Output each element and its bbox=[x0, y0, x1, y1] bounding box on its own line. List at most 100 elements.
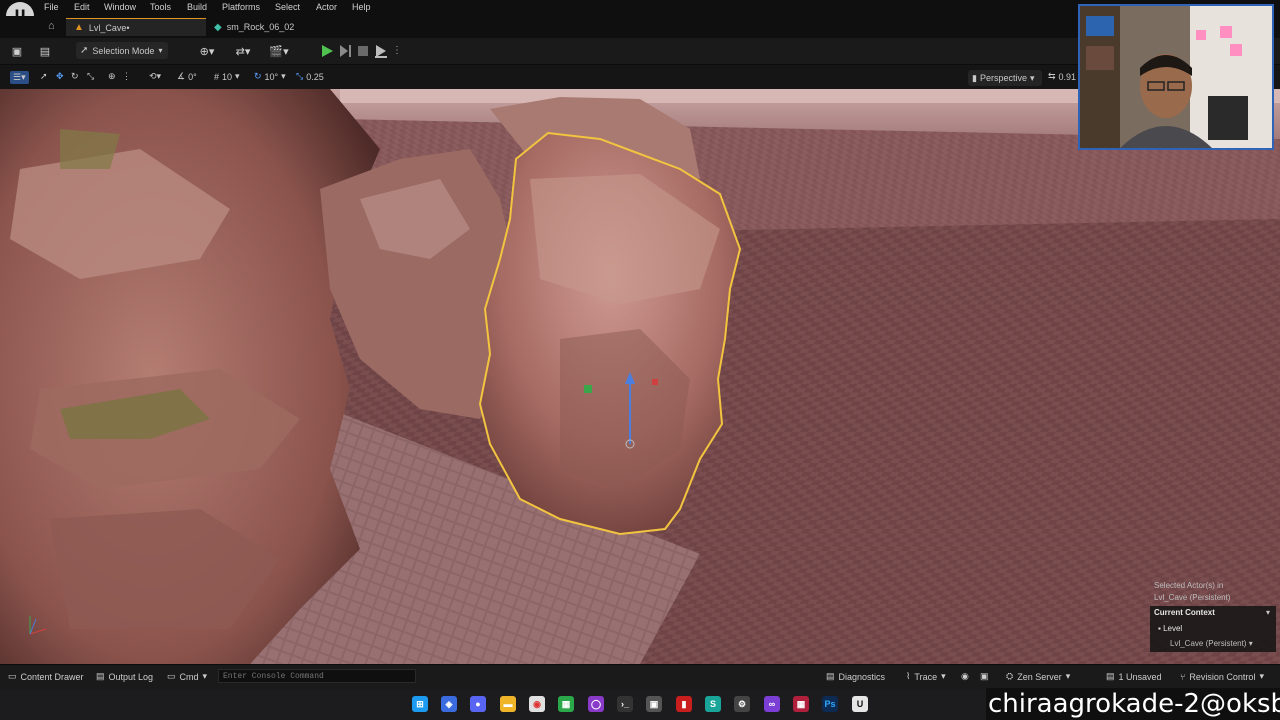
play-icon[interactable] bbox=[320, 44, 334, 58]
app-icon-2[interactable]: ◯ bbox=[588, 696, 604, 712]
rotation-snap-toggle[interactable]: ↻ 10° ▾ bbox=[254, 71, 286, 82]
tab-asset-label: sm_Rock_06_02 bbox=[226, 22, 295, 32]
content-browser-icon[interactable]: ▤ bbox=[38, 44, 52, 58]
windows-start-icon[interactable]: ⊞ bbox=[412, 696, 428, 712]
selection-info: Selected Actor(s) in Lvl_Cave (Persisten… bbox=[1154, 580, 1274, 604]
chevron-down-icon: ▾ bbox=[202, 671, 208, 681]
level-label: Level bbox=[1163, 624, 1183, 633]
scale-tool-icon[interactable]: ⤡ bbox=[87, 71, 94, 82]
more-options-icon[interactable]: ⋮ bbox=[392, 45, 402, 56]
world-space-icon[interactable]: ⊕ bbox=[108, 71, 116, 82]
cursor-icon: ➚ bbox=[80, 45, 89, 56]
screenshot-icon[interactable]: ▣ bbox=[980, 671, 989, 682]
rotation-icon: ↻ bbox=[254, 71, 262, 81]
tab-asset[interactable]: ◆ sm_Rock_06_02 bbox=[210, 18, 364, 36]
app-icon-7[interactable]: ▦ bbox=[793, 696, 809, 712]
unsaved-button[interactable]: ▤ 1 Unsaved bbox=[1106, 671, 1162, 682]
menu-build[interactable]: Build bbox=[187, 2, 207, 12]
tab-level-label: Lvl_Cave• bbox=[88, 22, 130, 33]
output-log-button[interactable]: ▤ Output Log bbox=[96, 671, 153, 682]
chevron-down-icon: ▾ bbox=[1029, 72, 1035, 83]
level-row[interactable]: ▪ Level bbox=[1158, 624, 1182, 633]
menu-actor[interactable]: Actor bbox=[316, 2, 337, 12]
selection-mode-label: Selection Mode bbox=[92, 45, 155, 56]
app-icon-1[interactable]: ◈ bbox=[441, 696, 457, 712]
menu-select[interactable]: Select bbox=[275, 2, 300, 12]
stop-icon[interactable] bbox=[356, 44, 370, 58]
diagnostics-label: Diagnostics bbox=[838, 671, 886, 682]
selection-line-2: Lvl_Cave (Persistent) bbox=[1154, 593, 1231, 602]
rotate-snap-toggle[interactable]: ∡ 0° bbox=[177, 71, 197, 82]
file-explorer-icon[interactable]: ▬ bbox=[500, 696, 516, 712]
viewport-options-icon[interactable]: ☰▾ bbox=[10, 71, 29, 84]
chrome-icon[interactable]: ◉ bbox=[529, 696, 545, 712]
content-drawer-label: Content Drawer bbox=[20, 671, 84, 682]
unreal-taskbar-icon[interactable]: U bbox=[852, 696, 868, 712]
current-context-label: Current Context bbox=[1154, 608, 1215, 617]
unsaved-label: 1 Unsaved bbox=[1118, 671, 1162, 682]
visual-studio-icon[interactable]: ∞ bbox=[764, 696, 780, 712]
sheets-icon[interactable]: ▦ bbox=[558, 696, 574, 712]
blueprint-icon[interactable]: ⇄▾ bbox=[232, 44, 254, 58]
menu-edit[interactable]: Edit bbox=[74, 2, 90, 12]
rotate-tool-icon[interactable]: ↻ bbox=[71, 71, 79, 82]
save-icon[interactable]: ▣ bbox=[10, 44, 24, 58]
menu-window[interactable]: Window bbox=[104, 2, 136, 12]
translate-tool-icon[interactable]: ✥ bbox=[56, 71, 64, 82]
selection-mode-dropdown[interactable]: ➚ Selection Mode ▾ bbox=[76, 42, 168, 59]
app-icon-3[interactable]: ▣ bbox=[646, 696, 662, 712]
chevron-down-icon: ▾ bbox=[941, 671, 946, 681]
surface-snap-icon[interactable]: ⟲▾ bbox=[149, 71, 161, 82]
speed-icon: ⇆ bbox=[1048, 71, 1056, 81]
cmd-dropdown[interactable]: ▭ Cmd ▾ bbox=[167, 671, 207, 682]
transform-gizmo-x[interactable] bbox=[652, 379, 658, 385]
webcam-video bbox=[1080, 6, 1272, 148]
level-value-text: Lvl_Cave (Persistent) bbox=[1170, 639, 1247, 648]
grid-icon: # bbox=[214, 71, 220, 82]
content-drawer-button[interactable]: ▭ Content Drawer bbox=[8, 671, 84, 682]
menu-file[interactable]: File bbox=[44, 2, 59, 12]
discord-icon[interactable]: ● bbox=[470, 696, 486, 712]
angle-icon: ∡ bbox=[177, 71, 186, 81]
selection-line-1: Selected Actor(s) in bbox=[1154, 581, 1224, 590]
trace-icon: ⌇ bbox=[906, 671, 911, 681]
camera-speed[interactable]: ⇆ 0.91 bbox=[1048, 71, 1076, 82]
more-icon[interactable]: ⋮ bbox=[122, 71, 131, 82]
home-icon[interactable]: ⌂ bbox=[48, 20, 55, 32]
perspective-dropdown[interactable]: ▮ Perspective ▾ bbox=[968, 70, 1042, 86]
trace-button[interactable]: ⌇ Trace ▾ bbox=[906, 671, 946, 682]
revision-control-button[interactable]: ⑂ Revision Control ▾ bbox=[1180, 671, 1264, 682]
menu-help[interactable]: Help bbox=[352, 2, 371, 12]
transform-gizmo-y[interactable] bbox=[584, 385, 592, 393]
console-command-input[interactable] bbox=[218, 669, 416, 683]
menu-platforms[interactable]: Platforms bbox=[222, 2, 260, 12]
launch-icon[interactable] bbox=[374, 44, 388, 58]
record-icon[interactable]: ◉ bbox=[961, 671, 969, 682]
level-icon: ▲ bbox=[74, 22, 84, 33]
chevron-down-icon[interactable]: ▾ bbox=[1266, 608, 1270, 617]
diagnostics-button[interactable]: ▤ Diagnostics bbox=[826, 671, 885, 682]
chevron-down-icon: ▾ bbox=[235, 71, 240, 81]
context-panel: Current Context ▾ ▪ Level Lvl_Cave (Pers… bbox=[1150, 606, 1276, 652]
unsaved-icon: ▤ bbox=[1106, 671, 1115, 681]
menu-tools[interactable]: Tools bbox=[150, 2, 171, 12]
app-icon-6[interactable]: ⚙ bbox=[734, 696, 750, 712]
select-tool-icon[interactable]: ➚ bbox=[40, 71, 48, 82]
level-value[interactable]: Lvl_Cave (Persistent) ▾ bbox=[1170, 639, 1253, 648]
viewport-scene bbox=[0, 89, 1280, 664]
cinematics-icon[interactable]: 🎬▾ bbox=[268, 44, 290, 58]
tab-level[interactable]: ▲ Lvl_Cave• bbox=[66, 18, 206, 36]
app-icon-5[interactable]: S bbox=[705, 696, 721, 712]
grid-snap-toggle[interactable]: #10 ▾ bbox=[214, 71, 240, 82]
revision-control-label: Revision Control bbox=[1189, 671, 1256, 682]
play-controls: ⋮ bbox=[320, 42, 412, 59]
app-icon-4[interactable]: ▮ bbox=[676, 696, 692, 712]
photoshop-icon[interactable]: Ps bbox=[822, 696, 838, 712]
level-viewport[interactable] bbox=[0, 89, 1280, 664]
scale-snap-toggle[interactable]: ⤡ 0.25 bbox=[296, 71, 324, 82]
step-icon[interactable] bbox=[338, 44, 352, 58]
zen-server-button[interactable]: ⛭ Zen Server ▾ bbox=[1006, 671, 1070, 682]
terminal-icon[interactable]: ›_ bbox=[617, 696, 633, 712]
diagnostics-icon: ▤ bbox=[826, 671, 835, 681]
add-actor-icon[interactable]: ⊕▾ bbox=[196, 44, 218, 58]
